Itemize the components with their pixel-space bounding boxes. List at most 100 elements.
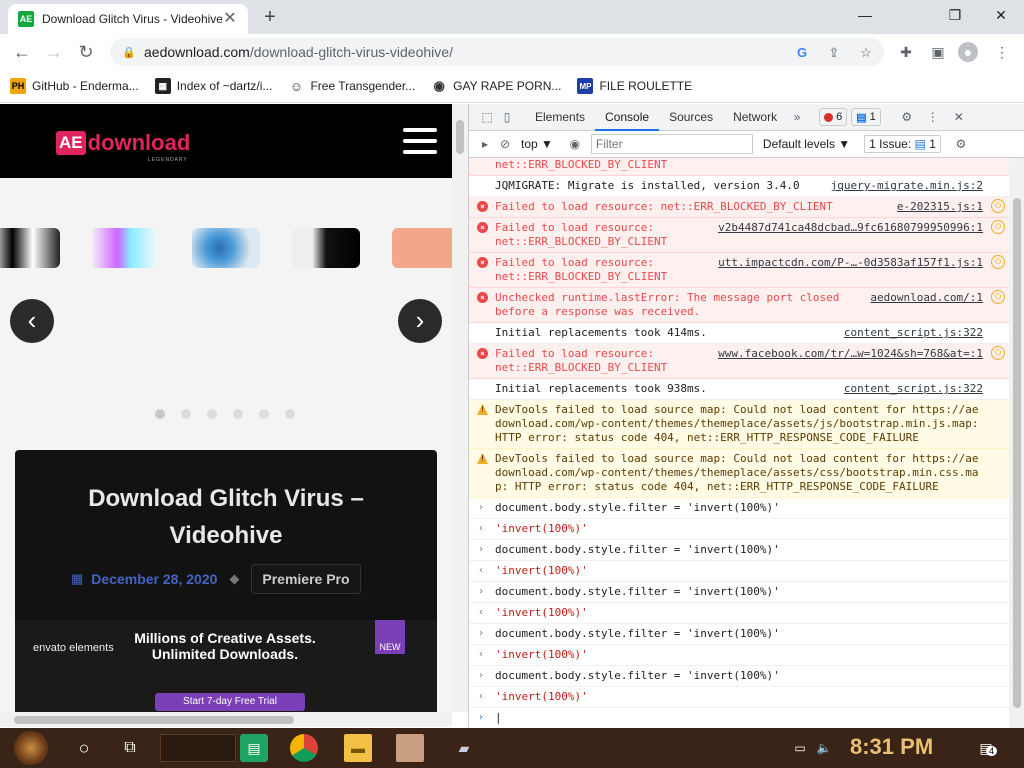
post-date[interactable]: December 28, 2020: [91, 571, 217, 587]
more-tabs-icon[interactable]: »: [787, 107, 807, 127]
devtools-menu-icon[interactable]: ⋮: [923, 107, 943, 127]
source-link[interactable]: content_script.js:322: [844, 326, 983, 340]
extensions-icon[interactable]: ✚: [896, 42, 916, 62]
bookmark-item[interactable]: ◉ GAY RAPE PORN...: [431, 78, 562, 94]
post-category[interactable]: Premiere Pro: [251, 564, 361, 594]
tab-elements[interactable]: Elements: [525, 104, 595, 131]
file-explorer-icon[interactable]: ▬: [344, 734, 372, 762]
task-view-icon[interactable]: ⧉: [116, 734, 144, 762]
taskbar-clock[interactable]: 8:31 PM: [850, 734, 933, 760]
bookmark-star-icon[interactable]: ☆: [858, 45, 874, 61]
browser-tab-active[interactable]: AE Download Glitch Virus - Videohive ✕: [8, 4, 248, 34]
console-prompt-input[interactable]: › |: [469, 708, 1009, 728]
page-horizontal-scrollbar[interactable]: [0, 712, 452, 727]
menu-kebab-icon[interactable]: ⋮: [992, 42, 1012, 62]
extension-origin-icon[interactable]: ⏻: [991, 290, 1005, 304]
live-expression-eye-icon[interactable]: ◉: [565, 134, 585, 154]
tab-network[interactable]: Network: [723, 104, 787, 131]
taskbar-search-box[interactable]: [160, 734, 236, 762]
side-panel-icon[interactable]: ▣: [928, 42, 948, 62]
carousel-dot[interactable]: [181, 409, 191, 419]
error-icon: ×: [477, 201, 488, 212]
bookmark-item[interactable]: PH GitHub - Enderma...: [10, 78, 139, 94]
window-minimize-button[interactable]: —: [842, 2, 888, 28]
chrome-icon[interactable]: [290, 734, 318, 762]
address-bar[interactable]: 🔒 aedownload.com/download-glitch-virus-v…: [110, 38, 884, 66]
folder-index-icon: ▦: [154, 78, 171, 94]
window-close-button[interactable]: ✕: [978, 2, 1024, 28]
cortana-circle-icon[interactable]: ○: [70, 734, 98, 762]
notes-app-icon[interactable]: ▤: [240, 734, 268, 762]
errors-badge[interactable]: 6: [819, 108, 848, 126]
context-selector[interactable]: top ▼: [521, 137, 553, 151]
volume-muted-icon[interactable]: 🔈: [810, 734, 838, 762]
clear-console-icon[interactable]: ⊘: [495, 134, 515, 154]
tab-close-icon[interactable]: ✕: [222, 11, 238, 27]
console-output: ‹ 'invert(100%)': [469, 519, 1009, 540]
carousel-thumbnail[interactable]: [0, 228, 60, 268]
carousel-dot[interactable]: [285, 409, 295, 419]
carousel-thumbnail[interactable]: [292, 228, 360, 268]
carousel-thumbnail[interactable]: [90, 228, 158, 268]
sidebar-toggle-icon[interactable]: ▸: [475, 134, 495, 154]
new-tab-button[interactable]: +: [258, 6, 282, 28]
share-icon[interactable]: ⇪: [826, 45, 842, 61]
extension-origin-icon[interactable]: ⏻: [991, 199, 1005, 213]
app-portrait-icon[interactable]: [396, 734, 424, 762]
scrollbar-thumb[interactable]: [1013, 198, 1021, 708]
bookmark-item[interactable]: ☺ Free Transgender...: [288, 78, 415, 94]
site-logo[interactable]: AE download LEGENDARY: [56, 130, 190, 163]
source-link[interactable]: content_script.js:322: [844, 382, 983, 396]
source-link[interactable]: utt.impactcdn.com/P-…-0d3583af157f1.js:1: [718, 256, 983, 270]
console-message-text: document.body.style.filter = 'invert(100…: [495, 627, 780, 640]
source-link[interactable]: v2b4487d741ca48dcbad…9fc61680799950996:1: [718, 221, 983, 235]
carousel-dot[interactable]: [155, 409, 165, 419]
window-restore-button[interactable]: ❐: [932, 2, 978, 28]
console-input: › document.body.style.filter = 'invert(10…: [469, 582, 1009, 603]
app-glass-icon[interactable]: ▰: [450, 734, 478, 762]
messages-badge[interactable]: ▤ 1: [851, 108, 881, 126]
source-link[interactable]: aedownload.com/:1: [870, 291, 983, 305]
bookmark-item[interactable]: MP FILE ROULETTE: [577, 78, 692, 94]
carousel-prev-button[interactable]: ‹: [10, 299, 54, 343]
notifications-icon[interactable]: ▤4: [972, 734, 1000, 762]
bookmark-item[interactable]: ▦ Index of ~dartz/i...: [154, 78, 272, 94]
tab-console[interactable]: Console: [595, 104, 660, 131]
reload-button[interactable]: ↻: [74, 40, 98, 64]
carousel-dot[interactable]: [259, 409, 269, 419]
log-levels-dropdown[interactable]: Default levels ▼: [763, 137, 850, 151]
carousel-thumbnail[interactable]: [392, 228, 452, 268]
hamburger-menu-icon[interactable]: [403, 128, 437, 156]
carousel-thumbnail[interactable]: [192, 228, 260, 268]
back-button[interactable]: ←: [10, 40, 34, 64]
carousel-next-button[interactable]: ›: [398, 299, 442, 343]
start-button[interactable]: [14, 731, 48, 765]
google-lens-icon[interactable]: G: [794, 45, 810, 61]
issues-button[interactable]: 1 Issue: ▤ 1: [864, 135, 941, 153]
console-settings-gear-icon[interactable]: ⚙: [951, 134, 971, 154]
source-link[interactable]: e-202315.js:1: [897, 200, 983, 214]
device-toolbar-icon[interactable]: ▯: [497, 107, 517, 127]
extension-origin-icon[interactable]: ⏻: [991, 220, 1005, 234]
inspect-element-icon[interactable]: ⬚: [477, 107, 497, 127]
tab-sources[interactable]: Sources: [659, 104, 723, 131]
settings-gear-icon[interactable]: ⚙: [897, 107, 917, 127]
console-filter-input[interactable]: [590, 134, 753, 154]
console-scrollbar[interactable]: [1009, 158, 1024, 728]
post-card: Download Glitch Virus – Videohive ▦ Dece…: [15, 450, 437, 712]
extension-origin-icon[interactable]: ⏻: [991, 255, 1005, 269]
profile-avatar-icon[interactable]: ●: [958, 42, 978, 62]
carousel-dot[interactable]: [233, 409, 243, 419]
scrollbar-thumb[interactable]: [14, 716, 294, 724]
ad-banner[interactable]: envato elements Millions of Creative Ass…: [15, 620, 437, 712]
carousel-dot[interactable]: [207, 409, 217, 419]
forward-button[interactable]: →: [42, 40, 66, 64]
source-link[interactable]: www.facebook.com/tr/…w=1024&sh=768&at=:1: [718, 347, 983, 361]
source-link[interactable]: jquery-migrate.min.js:2: [831, 179, 983, 193]
scrollbar-thumb[interactable]: [456, 120, 464, 154]
extension-origin-icon[interactable]: ⏻: [991, 346, 1005, 360]
banner-cta-button[interactable]: Start 7-day Free Trial: [155, 693, 305, 711]
devtools-close-icon[interactable]: ✕: [949, 107, 969, 127]
page-vertical-scrollbar[interactable]: [452, 104, 468, 712]
banner-headline: Millions of Creative Assets. Unlimited D…: [134, 630, 316, 662]
